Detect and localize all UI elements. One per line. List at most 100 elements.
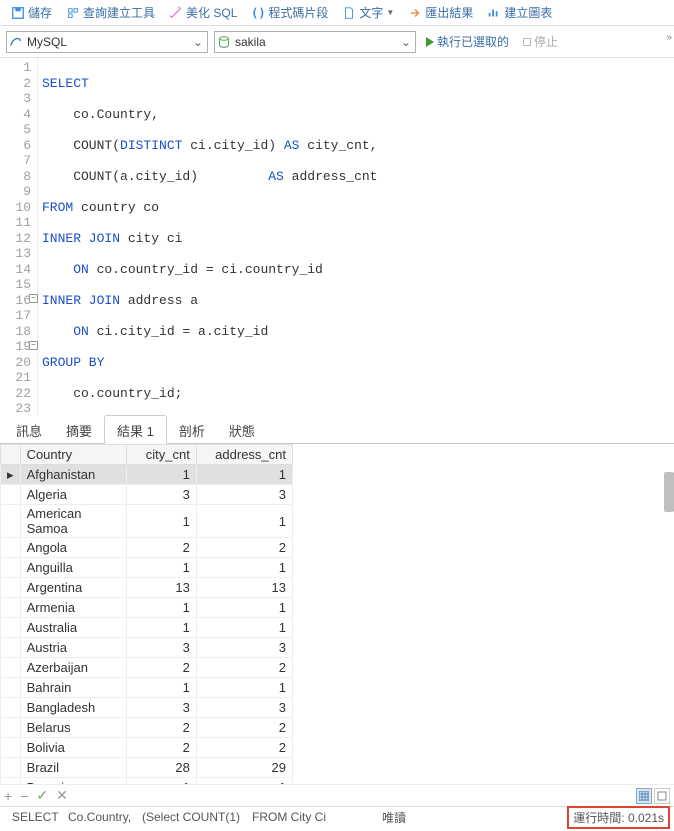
cell-country[interactable]: Armenia [20,598,126,618]
engine-combo[interactable]: MySQL ⌄ [6,31,208,53]
table-row[interactable]: Bolivia22 [1,738,293,758]
table-row[interactable]: Brunei11 [1,778,293,785]
cell-citycnt[interactable]: 3 [126,638,196,658]
cell-addresscnt[interactable]: 13 [196,578,292,598]
cell-addresscnt[interactable]: 2 [196,738,292,758]
cell-country[interactable]: Bahrain [20,678,126,698]
chart-button[interactable]: 建立圖表 [481,2,558,23]
cell-country[interactable]: Afghanistan [20,465,126,485]
cell-citycnt[interactable]: 1 [126,465,196,485]
table-row[interactable]: Australia11 [1,618,293,638]
scrollbar-thumb[interactable] [664,472,674,512]
col-citycnt-header[interactable]: city_cnt [126,445,196,465]
cell-country[interactable]: Azerbaijan [20,658,126,678]
tab-summary[interactable]: 摘要 [54,416,104,443]
cell-citycnt[interactable]: 2 [126,738,196,758]
cell-citycnt[interactable]: 1 [126,618,196,638]
table-row[interactable]: Argentina1313 [1,578,293,598]
tab-result1[interactable]: 結果 1 [104,415,167,444]
tab-profile[interactable]: 剖析 [167,416,217,443]
run-selected-button[interactable]: 執行已選取的 [422,33,513,50]
cell-addresscnt[interactable]: 1 [196,618,292,638]
cell-citycnt[interactable]: 1 [126,678,196,698]
cell-citycnt[interactable]: 1 [126,505,196,538]
cell-citycnt[interactable]: 2 [126,538,196,558]
cell-citycnt[interactable]: 13 [126,578,196,598]
table-row[interactable]: Bahrain11 [1,678,293,698]
cell-country[interactable]: Austria [20,638,126,658]
cell-addresscnt[interactable]: 2 [196,658,292,678]
cell-citycnt[interactable]: 3 [126,698,196,718]
table-row[interactable]: Algeria33 [1,485,293,505]
cell-citycnt[interactable]: 1 [126,778,196,785]
database-combo[interactable]: sakila ⌄ [214,31,416,53]
text-button[interactable]: 文字 ▼ [336,2,400,23]
row-pointer [1,738,21,758]
table-row[interactable]: Armenia11 [1,598,293,618]
stop-button[interactable]: 停止 [519,33,562,50]
cell-addresscnt[interactable]: 1 [196,778,292,785]
cell-citycnt[interactable]: 2 [126,718,196,738]
cell-country[interactable]: American Samoa [20,505,126,538]
grid-view-button[interactable] [636,788,652,804]
snippet-button[interactable]: () 程式碼片段 [245,2,334,23]
table-row[interactable]: Austria33 [1,638,293,658]
cell-addresscnt[interactable]: 3 [196,485,292,505]
cell-citycnt[interactable]: 28 [126,758,196,778]
col-addresscnt-header[interactable]: address_cnt [196,445,292,465]
cell-addresscnt[interactable]: 2 [196,718,292,738]
table-row[interactable]: Belarus22 [1,718,293,738]
cancel-button[interactable]: ✕ [56,787,68,804]
cell-country[interactable]: Angola [20,538,126,558]
add-row-button[interactable]: + [4,788,12,804]
cell-country[interactable]: Argentina [20,578,126,598]
cell-country[interactable]: Bolivia [20,738,126,758]
cell-citycnt[interactable]: 2 [126,658,196,678]
cell-addresscnt[interactable]: 1 [196,558,292,578]
query-builder-button[interactable]: 查詢建立工具 [60,2,161,23]
table-row[interactable]: American Samoa11 [1,505,293,538]
status-bar: SELECT Co.Country, (Select COUNT(1) FROM… [0,806,674,827]
table-row[interactable]: ▸Afghanistan11 [1,465,293,485]
cell-addresscnt[interactable]: 2 [196,538,292,558]
tab-status[interactable]: 狀態 [217,416,267,443]
cell-addresscnt[interactable]: 3 [196,638,292,658]
cell-addresscnt[interactable]: 1 [196,465,292,485]
cell-addresscnt[interactable]: 29 [196,758,292,778]
results-grid[interactable]: Country city_cnt address_cnt ▸Afghanista… [0,444,293,784]
col-country-header[interactable]: Country [20,445,126,465]
export-button[interactable]: 匯出結果 [402,2,479,23]
cell-country[interactable]: Australia [20,618,126,638]
cell-addresscnt[interactable]: 1 [196,505,292,538]
editor-code[interactable]: SELECT co.Country, COUNT(DISTINCT ci.cit… [38,58,452,416]
row-pointer [1,658,21,678]
beautify-button[interactable]: 美化 SQL [163,2,243,23]
cell-country[interactable]: Brazil [20,758,126,778]
cell-addresscnt[interactable]: 1 [196,678,292,698]
cell-country[interactable]: Bangladesh [20,698,126,718]
table-row[interactable]: Bangladesh33 [1,698,293,718]
form-view-button[interactable] [654,788,670,804]
expand-toolbar-icon[interactable]: » [666,32,672,43]
cell-citycnt[interactable]: 3 [126,485,196,505]
cell-country[interactable]: Anguilla [20,558,126,578]
delete-row-button[interactable]: − [20,788,28,804]
table-row[interactable]: Anguilla11 [1,558,293,578]
apply-button[interactable]: ✓ [36,787,48,804]
fold-icon[interactable]: − [29,294,38,303]
table-row[interactable]: Angola22 [1,538,293,558]
fold-icon[interactable]: − [29,341,38,350]
cell-addresscnt[interactable]: 3 [196,698,292,718]
sql-editor[interactable]: 1234567891011121314151617181920212223 − … [0,58,674,416]
cell-country[interactable]: Algeria [20,485,126,505]
table-row[interactable]: Brazil2829 [1,758,293,778]
tab-messages[interactable]: 訊息 [4,416,54,443]
cell-addresscnt[interactable]: 1 [196,598,292,618]
cell-country[interactable]: Brunei [20,778,126,785]
cell-country[interactable]: Belarus [20,718,126,738]
save-button[interactable]: 儲存 [5,2,58,23]
table-row[interactable]: Azerbaijan22 [1,658,293,678]
cell-citycnt[interactable]: 1 [126,598,196,618]
row-pointer [1,538,21,558]
cell-citycnt[interactable]: 1 [126,558,196,578]
